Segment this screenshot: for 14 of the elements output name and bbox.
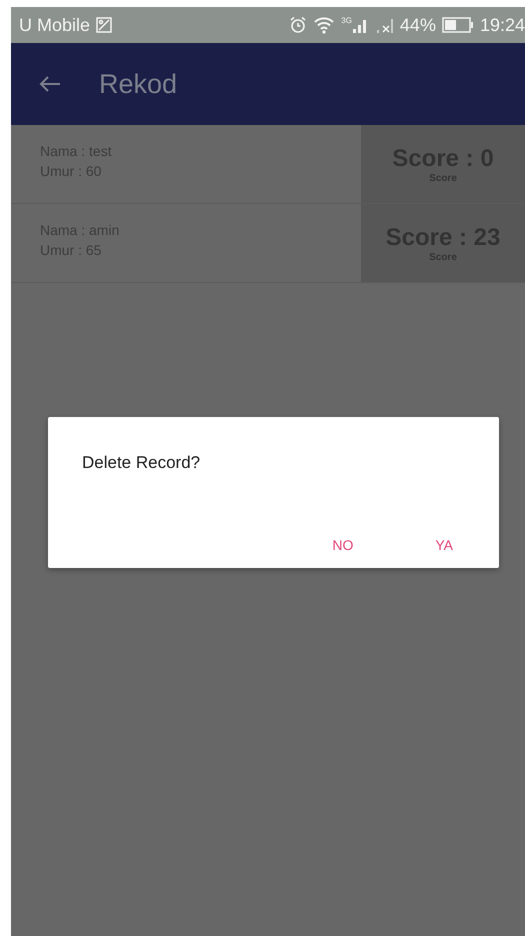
alarm-icon bbox=[289, 16, 308, 34]
screen-title: Rekod bbox=[99, 68, 178, 100]
battery-icon bbox=[442, 17, 474, 33]
dialog-button[interactable]: YA bbox=[429, 533, 459, 557]
back-arrow-icon[interactable] bbox=[39, 75, 61, 93]
battery-percent: 44% bbox=[400, 14, 436, 36]
clock: 19:24 bbox=[480, 14, 525, 36]
wifi-icon bbox=[313, 16, 336, 34]
dialog-button[interactable]: NO bbox=[326, 533, 360, 557]
dialog-message: Delete Record? bbox=[82, 453, 200, 473]
no-signal-icon bbox=[376, 16, 394, 34]
carrier-name: U Mobile bbox=[19, 14, 90, 36]
network-type: 3G bbox=[341, 16, 352, 25]
image-icon bbox=[96, 17, 112, 33]
